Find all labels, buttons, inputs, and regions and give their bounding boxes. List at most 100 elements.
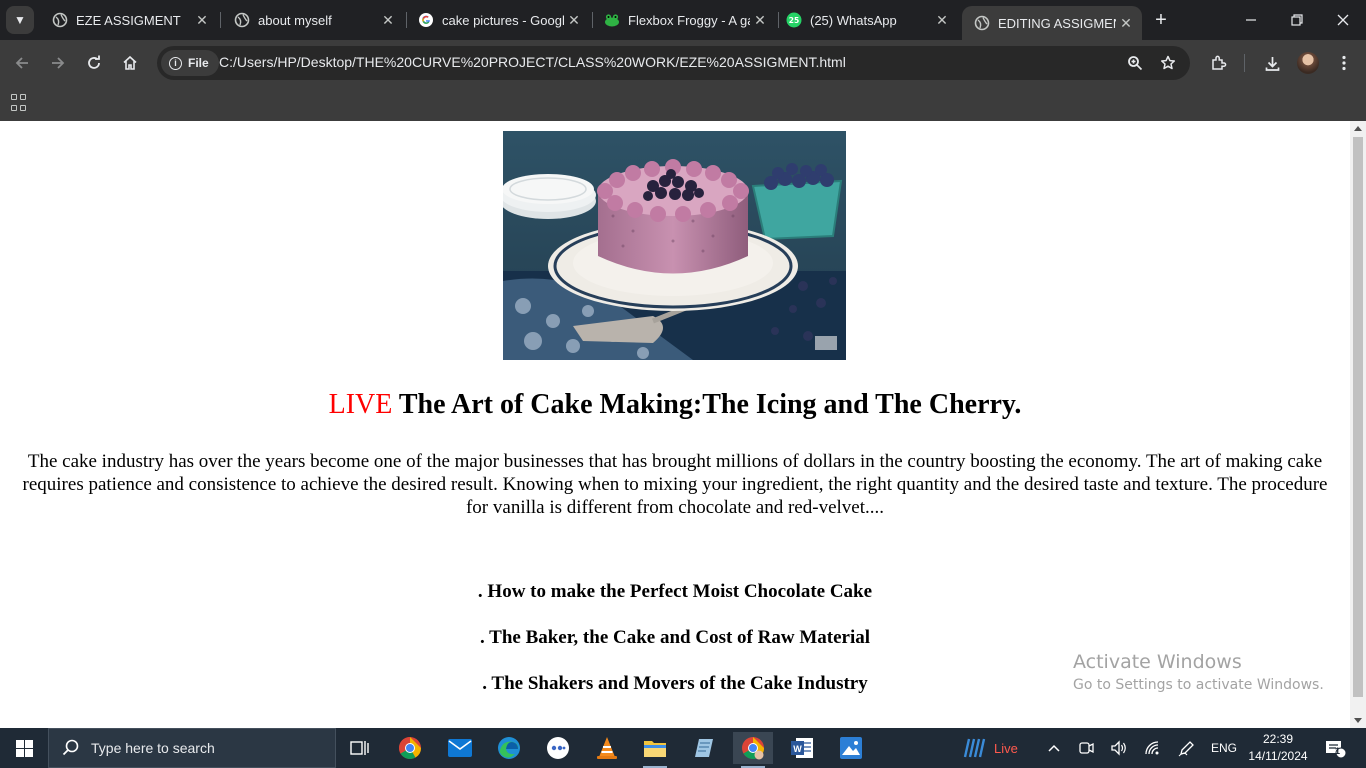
- tab-flexbox-froggy[interactable]: Flexbox Froggy - A ga ✕: [592, 0, 776, 40]
- home-button[interactable]: [116, 49, 144, 77]
- speaker-icon: [1111, 740, 1126, 756]
- live-sports-icon: [963, 738, 986, 758]
- back-button[interactable]: [8, 49, 36, 77]
- task-view-button[interactable]: [340, 732, 380, 764]
- site-info-chip[interactable]: i File: [161, 50, 219, 76]
- live-label: Live: [994, 740, 1018, 756]
- close-icon: [1337, 14, 1349, 26]
- volume-button[interactable]: [1108, 728, 1130, 768]
- edge-icon: [498, 737, 520, 759]
- windows-taskbar: Type here to search W Live ENG 22:39 14/…: [0, 728, 1366, 768]
- notepad-icon: [695, 739, 713, 757]
- close-icon[interactable]: ✕: [750, 10, 770, 30]
- page-title: LIVE The Art of Cake Making:The Icing an…: [0, 389, 1350, 421]
- topic-heading: . The Baker, the Cake and Cost of Raw Ma…: [479, 627, 871, 648]
- language-label: ENG: [1210, 741, 1237, 755]
- taskbar-search-box[interactable]: Type here to search: [48, 728, 336, 768]
- meet-now-icon: [1079, 742, 1094, 754]
- more-menu-icon[interactable]: [1331, 50, 1357, 76]
- frog-icon: [604, 12, 620, 28]
- folder-icon: [644, 741, 666, 757]
- taskbar-photos[interactable]: [831, 732, 871, 764]
- globe-icon: [52, 12, 68, 28]
- close-icon[interactable]: ✕: [1116, 13, 1136, 33]
- url-text[interactable]: C:/Users/HP/Desktop/THE%20CURVE%20PROJEC…: [219, 54, 846, 70]
- globe-icon: [234, 12, 250, 28]
- scroll-up-arrow-icon[interactable]: [1354, 126, 1362, 131]
- tab-about-myself[interactable]: about myself ✕: [222, 0, 404, 40]
- close-icon[interactable]: ✕: [932, 10, 952, 30]
- cake-image: [503, 131, 846, 360]
- taskbar-notes-app[interactable]: [684, 732, 724, 764]
- chrome-icon: [399, 737, 421, 759]
- minimize-button[interactable]: [1228, 0, 1274, 40]
- search-icon: [62, 739, 79, 756]
- scroll-down-arrow-icon[interactable]: [1354, 718, 1362, 723]
- taskbar-file-explorer[interactable]: [635, 732, 675, 768]
- address-bar[interactable]: i File C:/Users/HP/Desktop/THE%20CURVE%2…: [157, 46, 1190, 80]
- intro-paragraph: The cake industry has over the years bec…: [22, 451, 1328, 518]
- weather-widget[interactable]: Live: [962, 728, 1032, 768]
- page-scrollbar[interactable]: [1350, 121, 1366, 728]
- google-icon: [418, 12, 434, 28]
- notifications-button[interactable]: 1: [1320, 728, 1350, 768]
- arrow-right-icon: [52, 57, 65, 69]
- browser-toolbar: i File C:/Users/HP/Desktop/THE%20CURVE%2…: [0, 40, 1366, 86]
- chip-label: File: [188, 56, 209, 70]
- input-language-button[interactable]: ENG: [1208, 728, 1240, 768]
- pen-workspace-button[interactable]: [1176, 728, 1198, 768]
- svg-text:W: W: [793, 744, 802, 754]
- taskbar-chrome-active[interactable]: [733, 732, 773, 768]
- download-icon[interactable]: [1259, 50, 1285, 76]
- system-clock[interactable]: 22:39 14/11/2024: [1246, 731, 1310, 765]
- notification-count: 1: [1335, 746, 1341, 756]
- taskbar-app-dots[interactable]: [538, 732, 578, 764]
- profile-avatar[interactable]: [1297, 52, 1319, 74]
- apps-grid-icon[interactable]: [11, 94, 29, 112]
- start-button[interactable]: [0, 728, 48, 768]
- tab-editing-assigment[interactable]: EDITING ASSIGMENT ✕: [962, 6, 1142, 40]
- search-placeholder: Type here to search: [91, 740, 215, 756]
- zoom-icon[interactable]: [1125, 53, 1145, 73]
- bookmark-star-icon[interactable]: [1158, 53, 1178, 73]
- bookmarks-bar: [0, 86, 1366, 121]
- tab-eze-assigment[interactable]: EZE ASSIGMENT ✕: [40, 0, 218, 40]
- tab-title: EDITING ASSIGMENT: [998, 15, 1116, 31]
- close-icon[interactable]: ✕: [564, 10, 584, 30]
- vlc-cone-icon: [597, 737, 617, 759]
- restore-icon: [1291, 14, 1303, 26]
- forward-button[interactable]: [44, 49, 72, 77]
- taskbar-vlc[interactable]: [587, 732, 627, 764]
- title-text: The Art of Cake Making:The Icing and The…: [392, 389, 1022, 420]
- meet-now-button[interactable]: [1076, 728, 1096, 768]
- reload-button[interactable]: [80, 49, 108, 77]
- topic-heading: . How to make the Perfect Moist Chocolat…: [477, 581, 873, 602]
- photos-icon: [840, 737, 862, 759]
- clock-time: 22:39: [1262, 732, 1294, 746]
- tab-whatsapp[interactable]: 25 (25) WhatsApp ✕: [774, 0, 958, 40]
- taskbar-mail[interactable]: [440, 732, 480, 764]
- taskbar-word[interactable]: W: [782, 732, 822, 764]
- plus-icon: +: [1155, 8, 1167, 31]
- close-icon[interactable]: ✕: [192, 10, 212, 30]
- windows-logo-icon: [15, 739, 33, 757]
- home-icon: [123, 55, 137, 70]
- tab-cake-pictures[interactable]: cake pictures - Googl ✕: [406, 0, 590, 40]
- taskbar-chrome[interactable]: [390, 732, 430, 764]
- close-window-button[interactable]: [1320, 0, 1366, 40]
- close-icon[interactable]: ✕: [378, 10, 398, 30]
- scrollbar-thumb[interactable]: [1353, 137, 1363, 697]
- tab-title: about myself: [258, 12, 332, 28]
- network-button[interactable]: [1142, 728, 1164, 768]
- restore-button[interactable]: [1274, 0, 1320, 40]
- show-hidden-icons-button[interactable]: [1044, 728, 1064, 768]
- tab-title: EZE ASSIGMENT: [76, 12, 181, 28]
- tab-title: cake pictures - Googl: [442, 12, 564, 28]
- reload-icon: [88, 55, 100, 69]
- tab-search-button[interactable]: ▼: [6, 6, 34, 34]
- extensions-icon[interactable]: [1205, 50, 1231, 76]
- activate-windows-title: Activate Windows: [1073, 651, 1242, 673]
- page-viewport: LIVE The Art of Cake Making:The Icing an…: [0, 121, 1350, 728]
- new-tab-button[interactable]: +: [1149, 8, 1173, 32]
- taskbar-edge[interactable]: [489, 732, 529, 764]
